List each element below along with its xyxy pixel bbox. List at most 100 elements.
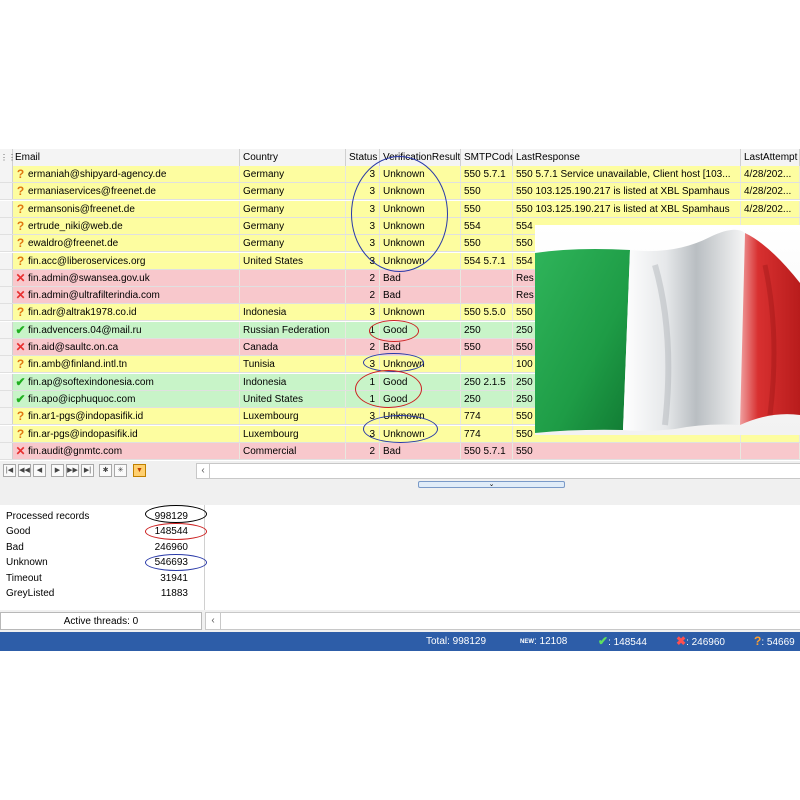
cell-status[interactable]: 3	[346, 217, 380, 234]
cell-verification-result[interactable]: Unknown	[380, 304, 461, 321]
cell-smtp-code[interactable]: 550 5.5.0	[461, 304, 513, 321]
cell-email[interactable]: ✕ fin.aid@saultc.on.ca	[12, 339, 240, 355]
cell-country[interactable]: Luxembourg	[240, 408, 346, 425]
cell-country[interactable]: Germany	[240, 235, 346, 252]
cell-last-response[interactable]: 550 5.7.1 Service unavailable, Client ho…	[513, 166, 741, 182]
cell-status[interactable]: 3	[346, 183, 380, 200]
log-horizontal-scrollbar[interactable]	[221, 612, 800, 630]
cell-status[interactable]: 2	[346, 269, 380, 286]
cell-country[interactable]: Canada	[240, 339, 346, 355]
cell-smtp-code[interactable]: 554	[461, 217, 513, 234]
last-record-button[interactable]: ▶|	[81, 464, 94, 477]
table-row[interactable]: ✕ fin.audit@gnmtc.com Commercial 2 Bad 550 5.…	[0, 442, 800, 460]
cell-status[interactable]: 2	[346, 442, 380, 459]
cell-email[interactable]: ✕ fin.admin@swansea.gov.uk	[12, 269, 240, 286]
grid-horizontal-scrollbar[interactable]	[210, 463, 800, 479]
cell-verification-result[interactable]: Unknown	[380, 200, 461, 217]
cell-email[interactable]: ✔ fin.advencers.04@mail.ru	[12, 321, 240, 338]
cell-verification-result[interactable]: Unknown	[380, 425, 461, 442]
cell-country[interactable]	[240, 269, 346, 286]
mark-icon[interactable]: ✱	[99, 464, 112, 477]
cell-email[interactable]: ? fin.ar-pgs@indopasifik.id	[12, 425, 240, 442]
first-record-button[interactable]: |◀	[3, 464, 16, 477]
cell-last-response[interactable]: 550 103.125.190.217 is listed at XBL Spa…	[513, 200, 741, 217]
cell-email[interactable]: ? fin.adr@altrak1978.co.id	[12, 304, 240, 321]
column-last-response[interactable]: LastResponse	[513, 149, 741, 166]
cell-status[interactable]: 2	[346, 339, 380, 355]
cell-status[interactable]: 3	[346, 304, 380, 321]
column-verification-result[interactable]: VerificationResult	[380, 149, 461, 166]
cell-verification-result[interactable]: Unknown	[380, 166, 461, 182]
prev-page-button[interactable]: ◀◀	[18, 464, 31, 477]
cell-email[interactable]: ? ertrude_niki@web.de	[12, 217, 240, 234]
cell-verification-result[interactable]: Unknown	[380, 183, 461, 200]
cell-smtp-code[interactable]: 250	[461, 390, 513, 407]
prev-record-button[interactable]: ◀	[33, 464, 46, 477]
cell-verification-result[interactable]: Unknown	[380, 217, 461, 234]
cell-country[interactable]: Indonesia	[240, 304, 346, 321]
cell-last-attempt[interactable]	[741, 442, 800, 459]
cell-verification-result[interactable]: Good	[380, 373, 461, 390]
column-email[interactable]: Email	[12, 149, 240, 166]
cell-last-attempt[interactable]: 4/28/202...	[741, 183, 800, 200]
cell-smtp-code[interactable]: 554 5.7.1	[461, 252, 513, 269]
column-last-attempt[interactable]: LastAttempt	[741, 149, 800, 166]
cell-email[interactable]: ? ermaniah@shipyard-agency.de	[12, 166, 240, 182]
cell-email[interactable]: ? fin.amb@finland.intl.tn	[12, 356, 240, 373]
cell-email[interactable]: ✕ fin.audit@gnmtc.com	[12, 442, 240, 459]
grid-scroll-left-button[interactable]: ‹	[196, 463, 210, 479]
cell-status[interactable]: 3	[346, 425, 380, 442]
cell-status[interactable]: 3	[346, 200, 380, 217]
cell-verification-result[interactable]: Bad	[380, 269, 461, 286]
table-row[interactable]: ? ermaniah@shipyard-agency.de Germany 3 Unkn…	[0, 166, 800, 183]
cell-smtp-code[interactable]: 550 5.7.1	[461, 166, 513, 182]
cell-verification-result[interactable]: Unknown	[380, 252, 461, 269]
cell-last-response[interactable]: 550 103.125.190.217 is listed at XBL Spa…	[513, 183, 741, 200]
column-status[interactable]: Status	[346, 149, 380, 166]
panel-splitter[interactable]: ⌄	[0, 481, 800, 489]
next-page-button[interactable]: ▶▶	[66, 464, 79, 477]
cell-verification-result[interactable]: Unknown	[380, 235, 461, 252]
cell-verification-result[interactable]: Unknown	[380, 408, 461, 425]
cell-country[interactable]: Germany	[240, 183, 346, 200]
cell-country[interactable]: Luxembourg	[240, 425, 346, 442]
cell-country[interactable]: United States	[240, 390, 346, 407]
cell-last-attempt[interactable]: 4/28/202...	[741, 166, 800, 182]
cell-country[interactable]: Indonesia	[240, 373, 346, 390]
cell-country[interactable]: Germany	[240, 166, 346, 182]
cell-verification-result[interactable]: Bad	[380, 339, 461, 355]
cell-smtp-code[interactable]	[461, 356, 513, 373]
cell-verification-result[interactable]: Unknown	[380, 356, 461, 373]
cell-email[interactable]: ? ermaniaservices@freenet.de	[12, 183, 240, 200]
log-scroll-left-button[interactable]: ‹	[205, 612, 221, 630]
cell-email[interactable]: ? ewaldro@freenet.de	[12, 235, 240, 252]
cell-smtp-code[interactable]: 774	[461, 408, 513, 425]
cell-country[interactable]: Tunisia	[240, 356, 346, 373]
cell-smtp-code[interactable]: 550	[461, 235, 513, 252]
cell-smtp-code[interactable]: 774	[461, 425, 513, 442]
cell-status[interactable]: 1	[346, 321, 380, 338]
cell-smtp-code[interactable]: 550	[461, 200, 513, 217]
cell-verification-result[interactable]: Bad	[380, 287, 461, 304]
cell-smtp-code[interactable]: 550	[461, 183, 513, 200]
cell-verification-result[interactable]: Good	[380, 390, 461, 407]
cell-smtp-code[interactable]: 550	[461, 339, 513, 355]
cell-email[interactable]: ✕ fin.admin@ultrafilterindia.com	[12, 287, 240, 304]
column-country[interactable]: Country	[240, 149, 346, 166]
cell-country[interactable]: Commercial	[240, 442, 346, 459]
cell-last-response[interactable]: 550	[513, 442, 741, 459]
cell-status[interactable]: 3	[346, 408, 380, 425]
cell-smtp-code[interactable]	[461, 269, 513, 286]
cell-email[interactable]: ? fin.acc@liberoservices.org	[12, 252, 240, 269]
cell-status[interactable]: 3	[346, 235, 380, 252]
cell-smtp-code[interactable]: 250	[461, 321, 513, 338]
cell-verification-result[interactable]: Good	[380, 321, 461, 338]
cell-verification-result[interactable]: Bad	[380, 442, 461, 459]
cell-country[interactable]: United States	[240, 252, 346, 269]
cell-email[interactable]: ? fin.ar1-pgs@indopasifik.id	[12, 408, 240, 425]
cell-status[interactable]: 3	[346, 252, 380, 269]
cell-email[interactable]: ✔ fin.apo@icphuquoc.com	[12, 390, 240, 407]
column-smtp-code[interactable]: SMTPCode	[461, 149, 513, 166]
cell-email[interactable]: ? ermansonis@freenet.de	[12, 200, 240, 217]
filter-icon[interactable]: ▼	[133, 464, 146, 477]
